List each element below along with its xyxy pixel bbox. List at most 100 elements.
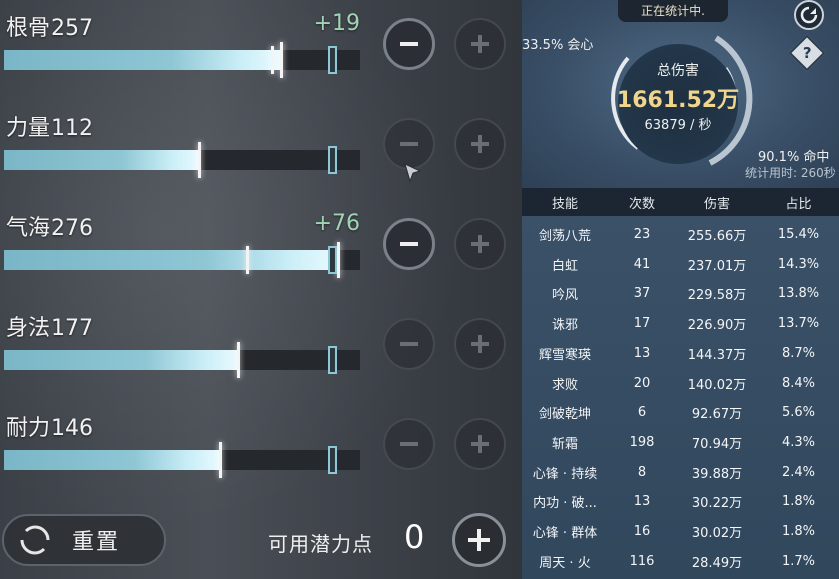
- damage-share: 1.8%: [781, 494, 816, 510]
- damage-stats-panel: 正在统计中. ? 33.5% 会心 总伤害 1661.52万 63879 / 秒…: [522, 0, 839, 579]
- stat-value: 257: [51, 16, 94, 41]
- minus-icon: [400, 242, 418, 246]
- decrease-button[interactable]: [383, 318, 435, 370]
- damage-share: 8.4%: [781, 375, 816, 391]
- increase-button[interactable]: [454, 418, 506, 470]
- hit-count: 13: [633, 494, 651, 510]
- stat-bar-cap: [279, 42, 283, 78]
- stat-name: 身法: [6, 316, 51, 341]
- hit-count: 16: [633, 524, 651, 539]
- stat-name: 气海: [6, 216, 51, 241]
- damage-share: 15.4%: [777, 227, 820, 242]
- plus-icon: [471, 335, 489, 353]
- damage-share: 13.8%: [777, 286, 820, 302]
- increase-button[interactable]: [454, 18, 506, 70]
- stat-name: 根骨: [6, 16, 51, 41]
- stat-bar: [4, 342, 360, 378]
- increase-button[interactable]: [454, 118, 506, 170]
- damage-per-second: 63879 / 秒: [644, 118, 712, 133]
- hit-count: 17: [633, 316, 651, 332]
- skill-name: 斩霜: [551, 436, 578, 452]
- damage-value: 92.67万: [691, 407, 743, 423]
- stat-bar: [4, 242, 360, 278]
- damage-value: 39.88万: [691, 466, 743, 482]
- table-row: 斩霜 198 70.94万 4.3%: [522, 428, 839, 457]
- damage-share: 13.7%: [777, 316, 820, 332]
- damage-value: 226.90万: [687, 318, 747, 334]
- stat-bar-handle[interactable]: [327, 46, 337, 74]
- plus-icon: [471, 435, 489, 453]
- plus-icon: [471, 235, 489, 253]
- hit-count: 13: [633, 345, 651, 361]
- add-points-button[interactable]: [452, 513, 506, 567]
- header-share: 占比: [785, 196, 812, 212]
- available-points-value: 0: [404, 518, 425, 556]
- stat-value: 177: [51, 316, 94, 341]
- stat-value: 146: [51, 416, 94, 441]
- stat-bar-cap: [219, 442, 223, 478]
- stat-bar-base-cap: [246, 246, 250, 274]
- increase-button[interactable]: [454, 318, 506, 370]
- minus-icon: [400, 442, 418, 446]
- damage-value: 237.01万: [687, 258, 747, 274]
- stat-bar-fill: [4, 150, 200, 170]
- increase-button[interactable]: [454, 218, 506, 270]
- header-skill: 技能: [551, 196, 578, 212]
- stat-label: 根骨257: [6, 10, 93, 42]
- duration: 统计用时: 260秒: [745, 166, 836, 180]
- refresh-button[interactable]: [794, 0, 824, 30]
- attribute-panel: 根骨257 +19 力量112 气海276 +76 身法177 耐力146 重置…: [0, 0, 522, 579]
- skill-name: 吟风: [551, 288, 578, 304]
- damage-value: 28.49万: [691, 555, 743, 571]
- damage-summary: 正在统计中. ? 33.5% 会心 总伤害 1661.52万 63879 / 秒…: [522, 0, 839, 188]
- skill-table: 剑荡八荒 23 255.66万 15.4% 白虹 41 237.01万 14.3% 吟风 37 22…: [522, 216, 839, 579]
- table-row: 周天 · 火 116 28.49万 1.7%: [522, 547, 839, 576]
- plus-icon: [471, 35, 489, 53]
- hit-count: 20: [633, 375, 651, 391]
- hit-count: 116: [629, 553, 655, 569]
- stat-name: 耐力: [6, 416, 51, 441]
- plus-icon: [471, 135, 489, 153]
- damage-value: 144.37万: [687, 347, 747, 363]
- minus-icon: [400, 142, 418, 146]
- damage-value: 70.94万: [691, 436, 743, 452]
- decrease-button[interactable]: [383, 418, 435, 470]
- damage-share: 14.3%: [777, 256, 820, 272]
- skill-name: 剑荡八荒: [538, 229, 591, 244]
- table-header: 技能 次数 伤害 占比: [522, 188, 839, 216]
- table-row: 心锋 · 群体 16 30.02万 1.8%: [522, 517, 839, 546]
- refresh-icon: [800, 6, 818, 24]
- stat-bar-handle[interactable]: [327, 446, 337, 474]
- hit-count: 6: [637, 405, 647, 421]
- stat-bar-handle[interactable]: [327, 246, 337, 274]
- total-damage-value: 1661.52万: [616, 88, 740, 113]
- skill-name: 剑破乾坤: [538, 407, 591, 423]
- skill-name: 求败: [551, 377, 578, 393]
- hit-count: 198: [629, 434, 655, 450]
- decrease-button[interactable]: [383, 18, 435, 70]
- decrease-button[interactable]: [383, 218, 435, 270]
- damage-share: 1.8%: [781, 524, 816, 539]
- stat-value: 276: [51, 216, 94, 241]
- stat-label: 身法177: [6, 310, 93, 342]
- damage-share: 4.3%: [781, 434, 816, 450]
- table-row: 求败 20 140.02万 8.4%: [522, 369, 839, 398]
- mouse-cursor-icon: [404, 163, 422, 183]
- stat-bar-cap: [197, 142, 201, 178]
- stat-bar-fill: [4, 250, 339, 270]
- stat-delta: +76: [313, 211, 360, 236]
- stat-bar: [4, 42, 360, 78]
- stat-bar-handle[interactable]: [327, 346, 337, 374]
- stat-value: 112: [51, 116, 94, 141]
- reset-button[interactable]: 重置: [2, 514, 166, 566]
- stat-bar-fill: [4, 450, 222, 470]
- hit-count: 23: [633, 227, 651, 242]
- damage-share: 2.4%: [781, 464, 816, 480]
- reset-icon: [20, 525, 50, 555]
- stat-bar-handle[interactable]: [327, 146, 337, 174]
- table-row: 辉雪寒瑛 13 144.37万 8.7%: [522, 339, 839, 368]
- damage-value: 140.02万: [687, 377, 747, 393]
- skill-name: 诛邪: [551, 318, 578, 334]
- stat-bar-cap: [236, 342, 240, 378]
- damage-share: 8.7%: [781, 345, 816, 361]
